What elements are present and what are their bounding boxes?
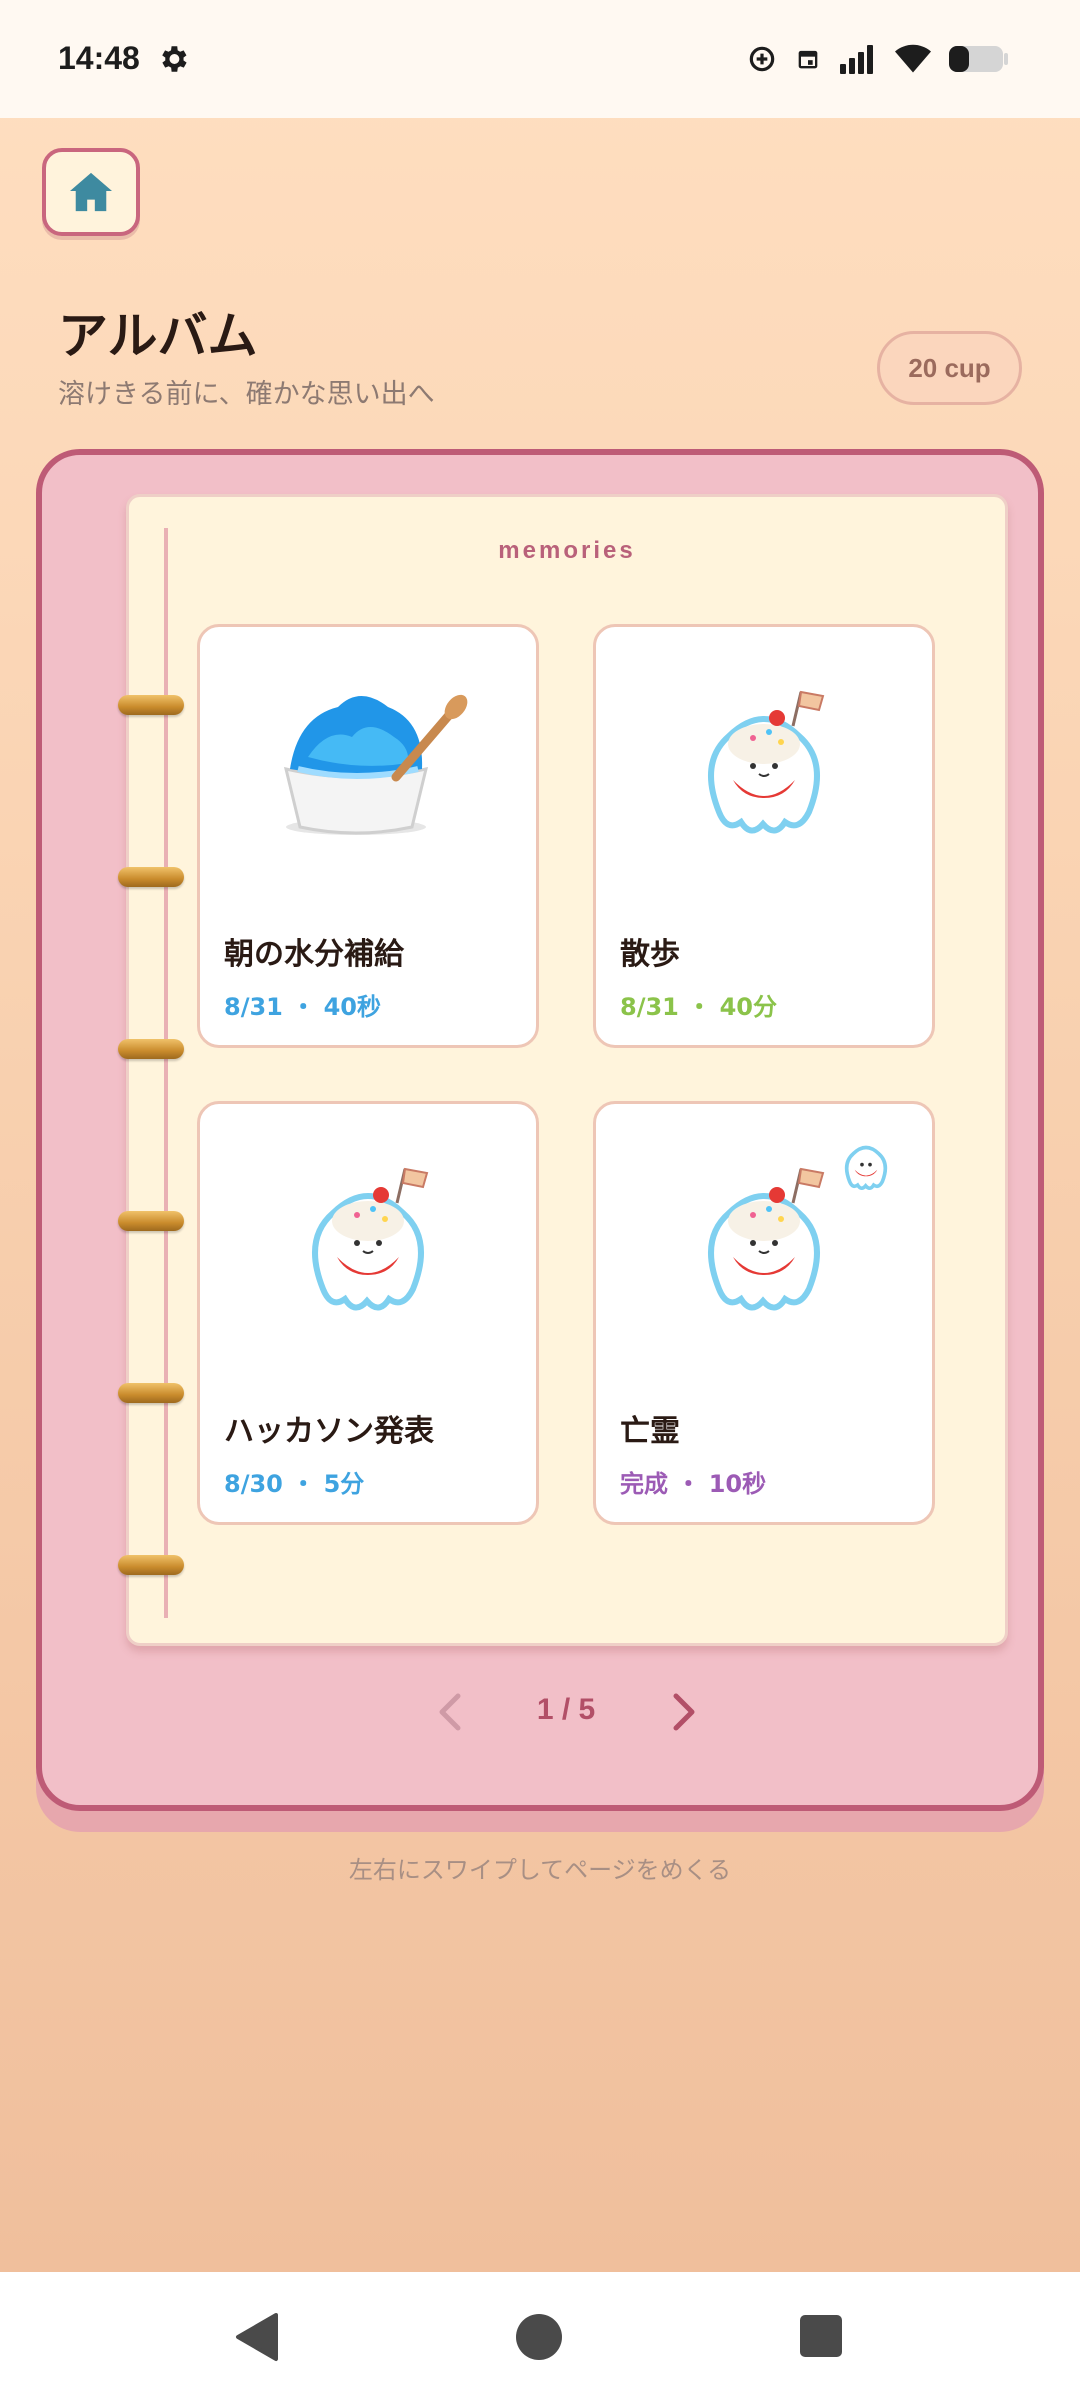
memory-card[interactable]: 亡霊 完成 ・ 10秒 [593, 1101, 935, 1525]
binder-ring [118, 1211, 184, 1231]
page-title: アルバム [58, 307, 258, 365]
location-target-icon [749, 46, 775, 72]
page-subtitle: 溶けきる前に、確かな思い出へ [58, 379, 435, 410]
ice-cream-ghost-icon [596, 657, 932, 877]
binder-ring [118, 1039, 184, 1059]
memory-card[interactable]: ハッカソン発表 8/30 ・ 5分 [197, 1101, 539, 1525]
card-title: ハッカソン発表 [224, 1414, 434, 1449]
wifi-icon [895, 44, 931, 73]
page-indicator: 1 / 5 [536, 1693, 596, 1726]
home-circle-icon[interactable] [516, 2314, 562, 2360]
signal-strength-icon [840, 45, 873, 74]
memory-card[interactable]: 朝の水分補給 8/31 ・ 40秒 [197, 624, 539, 1048]
status-time: 14:48 [58, 40, 140, 76]
binder-ring [118, 1383, 184, 1403]
card-meta: 8/31 ・ 40秒 [224, 993, 381, 1021]
status-icons [746, 40, 1010, 78]
memory-card[interactable]: 散歩 8/31 ・ 40分 [593, 624, 935, 1048]
binder-ring [118, 867, 184, 887]
next-page-chevron-icon[interactable] [666, 1690, 702, 1734]
home-icon [70, 172, 112, 212]
card-meta: 完成 ・ 10秒 [620, 1470, 767, 1498]
calendar-icon [798, 50, 818, 69]
battery-icon [949, 46, 1008, 72]
binder-ring [118, 1555, 184, 1575]
back-triangle-icon[interactable] [234, 2312, 280, 2362]
status-bar: 14:48 [0, 0, 1080, 118]
previous-page-chevron-icon[interactable] [432, 1690, 468, 1734]
recent-apps-square-icon[interactable] [800, 2315, 842, 2357]
card-title: 散歩 [620, 937, 680, 972]
home-button[interactable] [42, 148, 140, 236]
card-title: 亡霊 [620, 1414, 680, 1449]
card-meta: 8/30 ・ 5分 [224, 1470, 365, 1498]
settings-gear-icon [162, 46, 187, 72]
card-meta: 8/31 ・ 40分 [620, 993, 777, 1021]
blue-shaved-ice-icon [200, 657, 536, 877]
swipe-hint: 左右にスワイプしてページをめくる [348, 1856, 732, 1884]
ice-cream-ghost-icon [200, 1134, 536, 1354]
binder-ring [118, 695, 184, 715]
memories-label: memories [498, 537, 636, 564]
mini-ghost-icon [844, 1145, 888, 1190]
card-title: 朝の水分補給 [224, 937, 404, 972]
cup-count-badge: 20 cup [877, 331, 1022, 405]
page-spine [164, 528, 168, 1618]
